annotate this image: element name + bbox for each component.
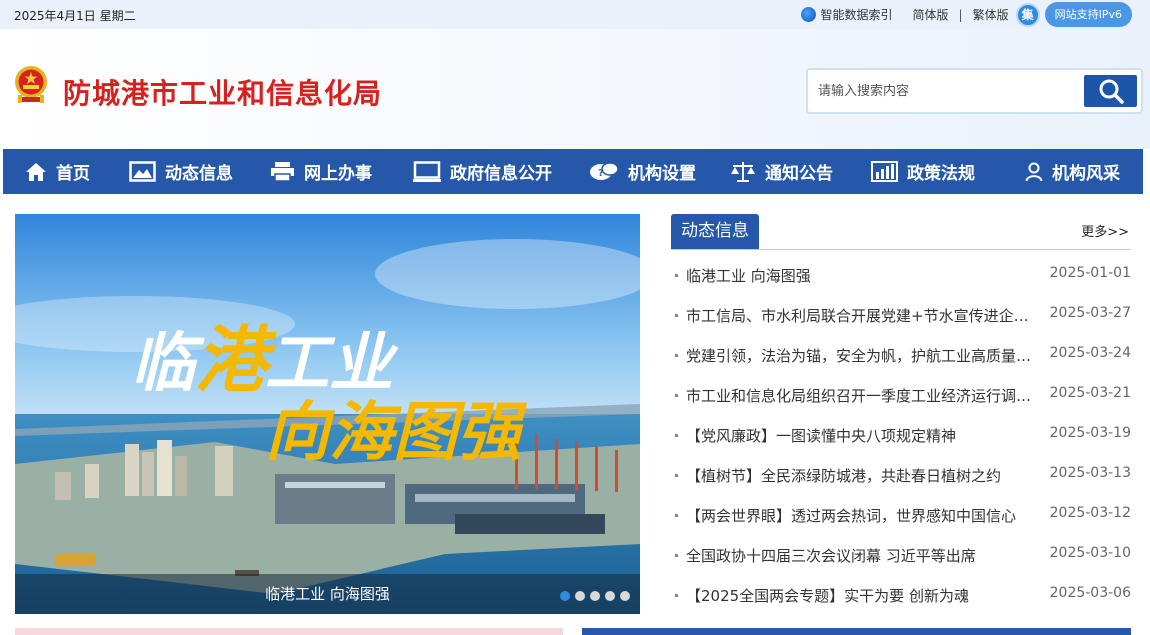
carousel-dot[interactable] — [620, 591, 630, 601]
nav-item-gov-info[interactable]: 政府信息公开 — [413, 149, 552, 194]
search-button[interactable] — [1084, 75, 1137, 107]
banner-headline-1a: 临 — [131, 327, 205, 401]
top-links: 智能数据索引 简体版 | 繁体版 集 网站支持IPv6 — [800, 2, 1132, 27]
nav-label: 首页 — [56, 164, 90, 184]
national-emblem-icon — [15, 66, 47, 103]
news-title[interactable]: 【植树节】全民添绿防城港，共赴春日植树之约 — [686, 465, 1038, 486]
list-item[interactable]: 【2025全国两会专题】实干为要 创新为魂 2025-03-06 — [671, 585, 1131, 625]
traditional-link[interactable]: 繁体版 — [973, 6, 1009, 23]
svg-text:?: ? — [598, 168, 604, 179]
bullet-icon — [675, 554, 678, 557]
search-input[interactable] — [818, 80, 1073, 102]
nav-item-style[interactable]: 机构风采 — [1025, 149, 1120, 194]
search-icon — [1099, 79, 1124, 104]
news-title[interactable]: 全国政协十四届三次会议闭幕 习近平等出席 — [686, 545, 1038, 566]
nav-item-news[interactable]: 动态信息 — [129, 149, 233, 194]
main-nav: 首页 动态信息 网上办事 政府信息公开 ? 机构设置 通知公告 政策法规 机构风… — [3, 149, 1143, 194]
bullet-icon — [675, 314, 678, 317]
news-title[interactable]: 市工业和信息化局组织召开一季度工业经济运行调度会 — [686, 385, 1038, 406]
news-date: 2025-03-10 — [1049, 545, 1131, 561]
carousel-dot[interactable] — [590, 591, 600, 601]
harbor-photo: 临 港 工业 向海图强 — [15, 214, 640, 614]
nav-label: 机构设置 — [628, 164, 696, 184]
home-icon — [26, 162, 46, 181]
ipv6-badge: 网站支持IPv6 — [1044, 2, 1132, 27]
search-box — [806, 68, 1143, 114]
nav-label: 通知公告 — [765, 164, 833, 184]
nav-item-organization[interactable]: ? 机构设置 — [589, 149, 696, 194]
scale-icon — [731, 161, 755, 182]
ai-search-link[interactable]: 智能数据索引 — [800, 6, 893, 23]
banner-headline-1c: 工业 — [265, 327, 399, 401]
carousel-dot[interactable] — [560, 591, 570, 601]
news-date: 2025-03-21 — [1049, 385, 1131, 401]
monitor-icon — [413, 160, 441, 182]
simplified-link[interactable]: 简体版 — [913, 6, 949, 23]
divider: | — [958, 7, 963, 22]
news-date: 2025-03-12 — [1049, 505, 1131, 521]
ai-search-icon — [800, 7, 816, 22]
nav-item-notices[interactable]: 通知公告 — [730, 149, 833, 194]
bullet-icon — [675, 594, 678, 597]
news-date: 2025-01-01 — [1049, 265, 1131, 281]
bullet-icon — [675, 354, 678, 357]
featured-carousel[interactable]: 临 港 工业 向海图强 临港工业 向海图强 — [15, 214, 640, 614]
bullet-icon — [675, 274, 678, 277]
carousel-dot[interactable] — [605, 591, 615, 601]
nav-label: 机构风采 — [1052, 164, 1120, 184]
carousel-caption[interactable]: 临港工业 向海图强 — [15, 583, 640, 604]
image-icon — [129, 161, 156, 182]
news-panel: 动态信息 更多>> 临港工业 向海图强 2025-01-01 市工信局、市水利局联… — [671, 214, 1131, 634]
printer-icon — [271, 162, 294, 182]
site-title[interactable]: 防城港市工业和信息化局 — [63, 72, 382, 112]
news-title[interactable]: 党建引领，法治为锚，安全为帆，护航工业高质量发展 — [686, 345, 1038, 366]
ai-search-label: 智能数据索引 — [820, 8, 893, 22]
list-item[interactable]: 临港工业 向海图强 2025-01-01 — [671, 265, 1131, 305]
list-item[interactable]: 【植树节】全民添绿防城港，共赴春日植树之约 2025-03-13 — [671, 465, 1131, 505]
tab-news[interactable]: 动态信息 — [671, 214, 759, 249]
list-item[interactable]: 党建引领，法治为锚，安全为帆，护航工业高质量发展 2025-03-24 — [671, 345, 1131, 385]
nav-item-policies[interactable]: 政策法规 — [871, 149, 975, 194]
news-date: 2025-03-24 — [1049, 345, 1131, 361]
person-icon — [1025, 162, 1043, 181]
carousel-indicators — [555, 591, 630, 601]
news-header: 动态信息 更多>> — [671, 214, 1131, 250]
list-item[interactable]: 【两会世界眼】透过两会热词，世界感知中国信心 2025-03-12 — [671, 505, 1131, 545]
nav-item-online-service[interactable]: 网上办事 — [270, 149, 372, 194]
list-item[interactable]: 【党风廉政】一图读懂中央八项规定精神 2025-03-19 — [671, 425, 1131, 465]
news-title[interactable]: 市工信局、市水利局联合开展党建+节水宣传进企业活动 — [686, 305, 1038, 326]
list-item[interactable]: 全国政协十四届三次会议闭幕 习近平等出席 2025-03-10 — [671, 545, 1131, 585]
nav-item-home[interactable]: 首页 — [25, 149, 90, 194]
news-date: 2025-03-27 — [1049, 305, 1131, 321]
list-item[interactable]: 市工信局、市水利局联合开展党建+节水宣传进企业活动 2025-03-27 — [671, 305, 1131, 345]
more-link[interactable]: 更多>> — [1081, 221, 1129, 240]
news-date: 2025-03-13 — [1049, 465, 1131, 481]
news-list: 临港工业 向海图强 2025-01-01 市工信局、市水利局联合开展党建+节水宣传… — [671, 265, 1131, 625]
bar-chart-icon — [871, 161, 898, 182]
carousel-dot[interactable] — [575, 591, 585, 601]
speech-icon: ? — [590, 161, 619, 180]
news-title[interactable]: 临港工业 向海图强 — [686, 265, 1038, 286]
news-title[interactable]: 【两会世界眼】透过两会热词，世界感知中国信心 — [686, 505, 1038, 526]
site-header: 防城港市工业和信息化局 — [0, 29, 1150, 149]
current-date: 2025年4月1日 星期二 — [14, 9, 136, 23]
top-bar: 2025年4月1日 星期二 智能数据索引 简体版 | 繁体版 集 网站支持IPv… — [0, 0, 1150, 29]
nav-label: 动态信息 — [165, 164, 233, 184]
news-date: 2025-03-19 — [1049, 425, 1131, 441]
banner-headline-2: 向海图强 — [265, 396, 528, 470]
bottom-banner-right — [582, 628, 1131, 635]
nav-label: 政策法规 — [907, 164, 975, 184]
bullet-icon — [675, 514, 678, 517]
news-title[interactable]: 【党风廉政】一图读懂中央八项规定精神 — [686, 425, 1038, 446]
list-item[interactable]: 市工业和信息化局组织召开一季度工业经济运行调度会 2025-03-21 — [671, 385, 1131, 425]
collect-badge-icon[interactable]: 集 — [1015, 2, 1040, 27]
bottom-banner-left — [15, 628, 563, 635]
nav-label: 网上办事 — [304, 164, 372, 184]
bullet-icon — [675, 394, 678, 397]
bullet-icon — [675, 434, 678, 437]
bullet-icon — [675, 474, 678, 477]
nav-label: 政府信息公开 — [450, 164, 552, 184]
news-title[interactable]: 【2025全国两会专题】实干为要 创新为魂 — [686, 585, 1038, 606]
news-date: 2025-03-06 — [1049, 585, 1131, 601]
